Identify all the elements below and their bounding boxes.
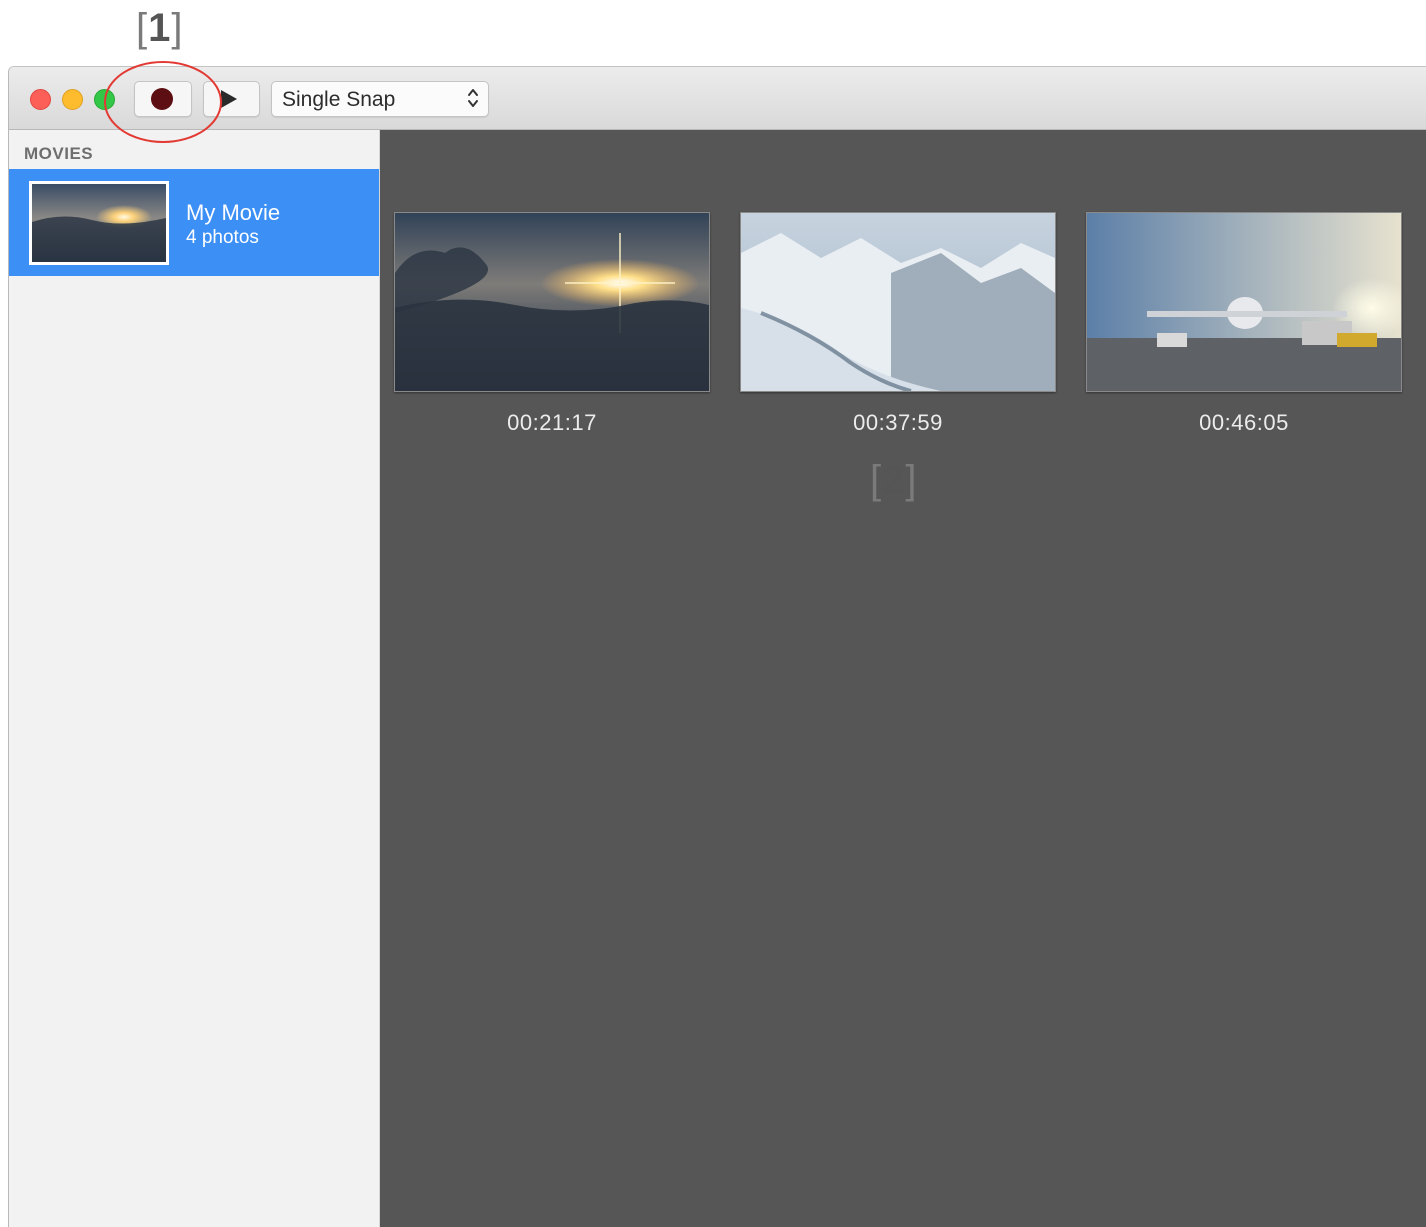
movie-thumbnail	[29, 181, 169, 265]
frame-thumbnail	[394, 212, 710, 392]
sidebar-header: MOVIES	[24, 144, 94, 163]
annotation-highlight	[104, 61, 222, 143]
sidebar-item-my-movie[interactable]: My Movie 4 photos	[9, 169, 379, 276]
frame-thumbnail	[740, 212, 1056, 392]
frame-card[interactable]: 00:37:59	[740, 212, 1056, 436]
callout-bracket-close: ]	[905, 458, 918, 502]
frames-grid: 00:21:17 00:37:59 00:46:05	[380, 130, 1426, 1227]
capture-mode-select[interactable]: Single Snap	[271, 81, 489, 117]
app-window: Single Snap MOVIES My Movie 4 photos 00:…	[8, 66, 1426, 1227]
callout-number: 2	[882, 458, 906, 502]
movie-title: My Movie	[186, 200, 281, 225]
callout-number: 1	[148, 6, 172, 50]
frame-timestamp: 00:46:05	[1199, 410, 1289, 435]
frame-timestamp: 00:37:59	[853, 410, 943, 435]
frame-timestamp: 00:21:17	[507, 410, 597, 435]
callout-bracket-open: [	[136, 6, 149, 50]
up-down-chevron-icon	[468, 89, 478, 107]
callout-1: [1]	[136, 6, 184, 51]
minimize-window-button[interactable]	[62, 89, 83, 110]
frame-card[interactable]: 00:21:17	[394, 212, 710, 436]
frame-card[interactable]: 00:46:05	[1086, 212, 1402, 436]
frame-thumbnail	[1086, 212, 1402, 392]
callout-bracket-close: ]	[171, 6, 184, 50]
movie-photo-count: 4 photos	[186, 227, 259, 248]
callout-bracket-open: [	[870, 458, 883, 502]
close-window-button[interactable]	[30, 89, 51, 110]
sidebar: MOVIES My Movie 4 photos	[9, 130, 380, 1227]
callout-2: [2]	[870, 458, 918, 503]
capture-mode-value: Single Snap	[282, 88, 396, 111]
play-icon	[221, 90, 237, 108]
